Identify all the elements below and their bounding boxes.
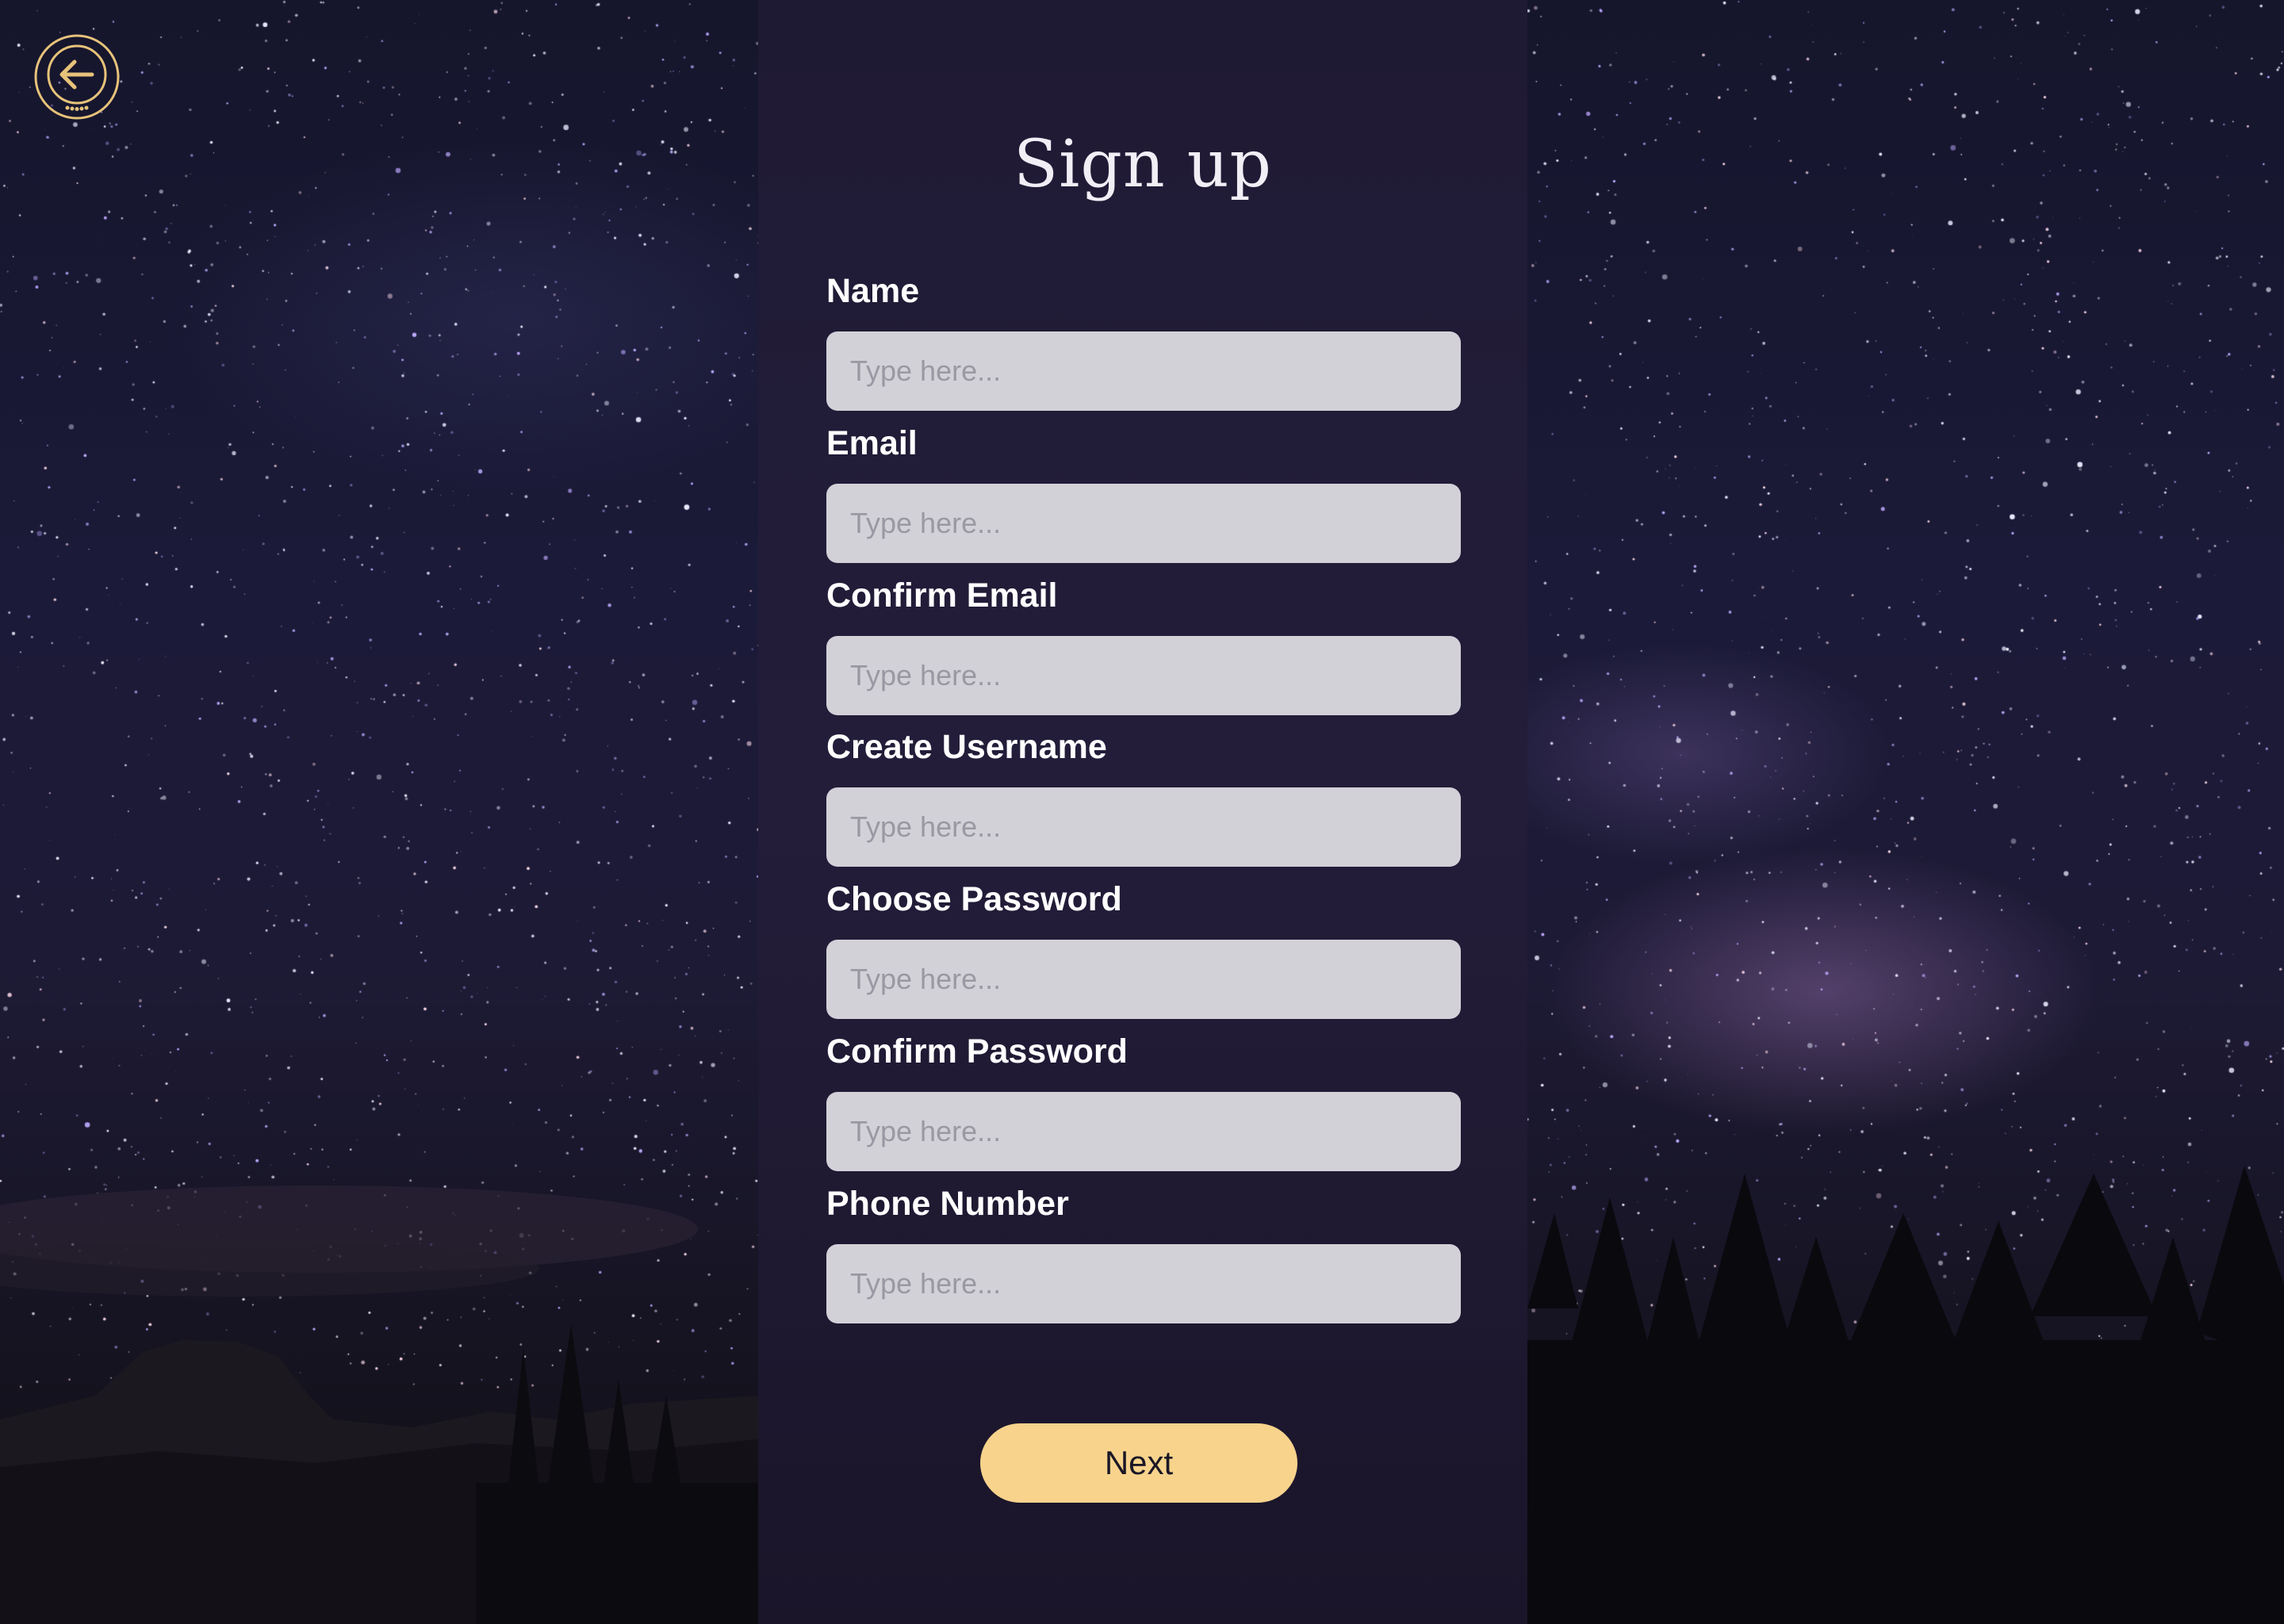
confirm-email-input[interactable] bbox=[826, 636, 1461, 715]
create-username-label: Create Username bbox=[826, 728, 1107, 766]
confirm-password-input[interactable] bbox=[826, 1092, 1461, 1171]
name-label: Name bbox=[826, 272, 920, 310]
next-button[interactable]: Next bbox=[980, 1423, 1297, 1503]
email-input[interactable] bbox=[826, 484, 1461, 563]
choose-password-input[interactable] bbox=[826, 940, 1461, 1019]
confirm-email-label: Confirm Email bbox=[826, 576, 1058, 615]
name-input[interactable] bbox=[826, 331, 1461, 411]
signup-page: Sign up Name Email Confirm Email Create … bbox=[0, 0, 2284, 1624]
create-username-input[interactable] bbox=[826, 787, 1461, 867]
phone-number-input[interactable] bbox=[826, 1244, 1461, 1323]
arrow-left-circle-icon bbox=[34, 34, 120, 120]
signup-form-panel: Sign up Name Email Confirm Email Create … bbox=[758, 0, 1527, 1624]
phone-number-label: Phone Number bbox=[826, 1185, 1069, 1223]
email-label: Email bbox=[826, 424, 918, 462]
page-title: Sign up bbox=[1013, 127, 1273, 202]
confirm-password-label: Confirm Password bbox=[826, 1032, 1128, 1071]
choose-password-label: Choose Password bbox=[826, 880, 1122, 918]
back-button[interactable] bbox=[33, 33, 121, 121]
